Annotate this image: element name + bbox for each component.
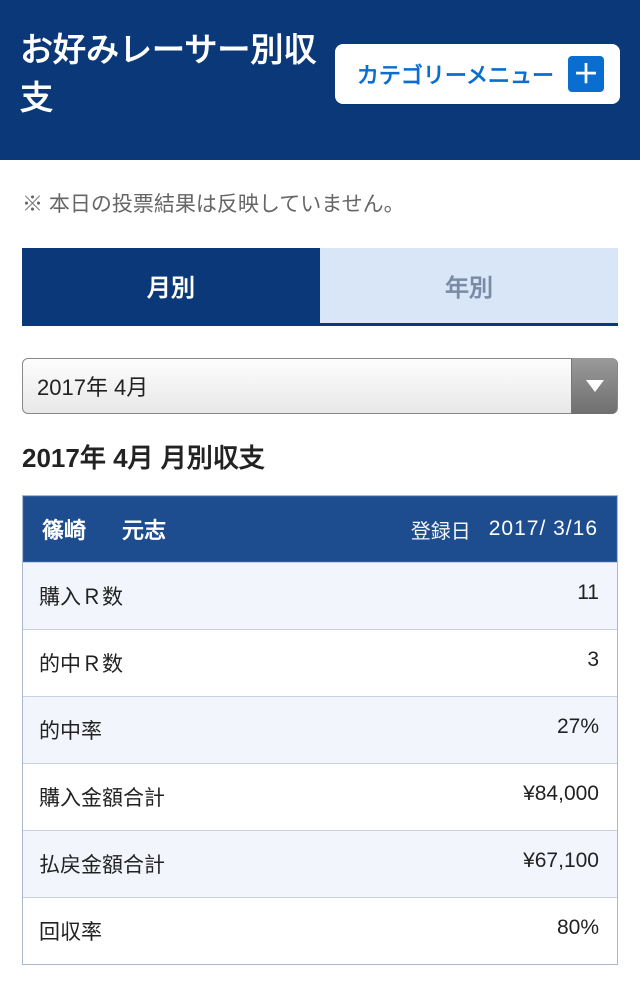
- row-label: 的中Ｒ数: [23, 630, 223, 696]
- period-select[interactable]: 2017年 4月: [22, 358, 618, 414]
- section-title: 2017年 4月 月別収支: [22, 438, 618, 475]
- row-label: 回収率: [23, 898, 223, 964]
- row-value: ¥67,100: [223, 831, 617, 897]
- row-label: 払戻金額合計: [23, 831, 223, 897]
- period-select-wrap: 2017年 4月: [22, 358, 618, 414]
- period-select-value: 2017年 4月: [23, 370, 148, 402]
- category-menu-label: カテゴリーメニュー: [357, 58, 554, 90]
- racer-last-name: 篠崎: [42, 513, 86, 545]
- row-value: 80%: [223, 898, 617, 964]
- table-row: 回収率 80%: [23, 897, 617, 964]
- balance-table: 篠崎 元志 登録日 2017/ 3/16 購入Ｒ数 11 的中Ｒ数 3 的中率 …: [22, 495, 618, 965]
- registration-label: 登録日: [411, 515, 471, 544]
- plus-icon: ＋: [568, 56, 604, 92]
- registration-date: 2017/ 3/16: [489, 517, 598, 541]
- table-row: 的中Ｒ数 3: [23, 629, 617, 696]
- row-label: 購入Ｒ数: [23, 563, 223, 629]
- table-row: 購入Ｒ数 11: [23, 562, 617, 629]
- row-label: 購入金額合計: [23, 764, 223, 830]
- notice-text: ※ 本日の投票結果は反映していません。: [0, 160, 640, 248]
- row-value: 3: [223, 630, 617, 696]
- category-menu-button[interactable]: カテゴリーメニュー ＋: [335, 44, 620, 104]
- row-value: 11: [223, 563, 617, 629]
- racer-first-name: 元志: [122, 513, 411, 545]
- table-row: 的中率 27%: [23, 696, 617, 763]
- table-row: 購入金額合計 ¥84,000: [23, 763, 617, 830]
- tab-yearly[interactable]: 年別: [320, 248, 618, 323]
- chevron-down-icon: [571, 358, 617, 414]
- table-row: 払戻金額合計 ¥67,100: [23, 830, 617, 897]
- row-value: 27%: [223, 697, 617, 763]
- row-label: 的中率: [23, 697, 223, 763]
- page-title: お好みレーサー別収支: [20, 26, 335, 122]
- row-value: ¥84,000: [223, 764, 617, 830]
- tab-monthly[interactable]: 月別: [22, 248, 320, 323]
- page-header: お好みレーサー別収支 カテゴリーメニュー ＋: [0, 0, 640, 160]
- racer-header: 篠崎 元志 登録日 2017/ 3/16: [23, 496, 617, 562]
- tab-bar: 月別 年別: [22, 248, 618, 326]
